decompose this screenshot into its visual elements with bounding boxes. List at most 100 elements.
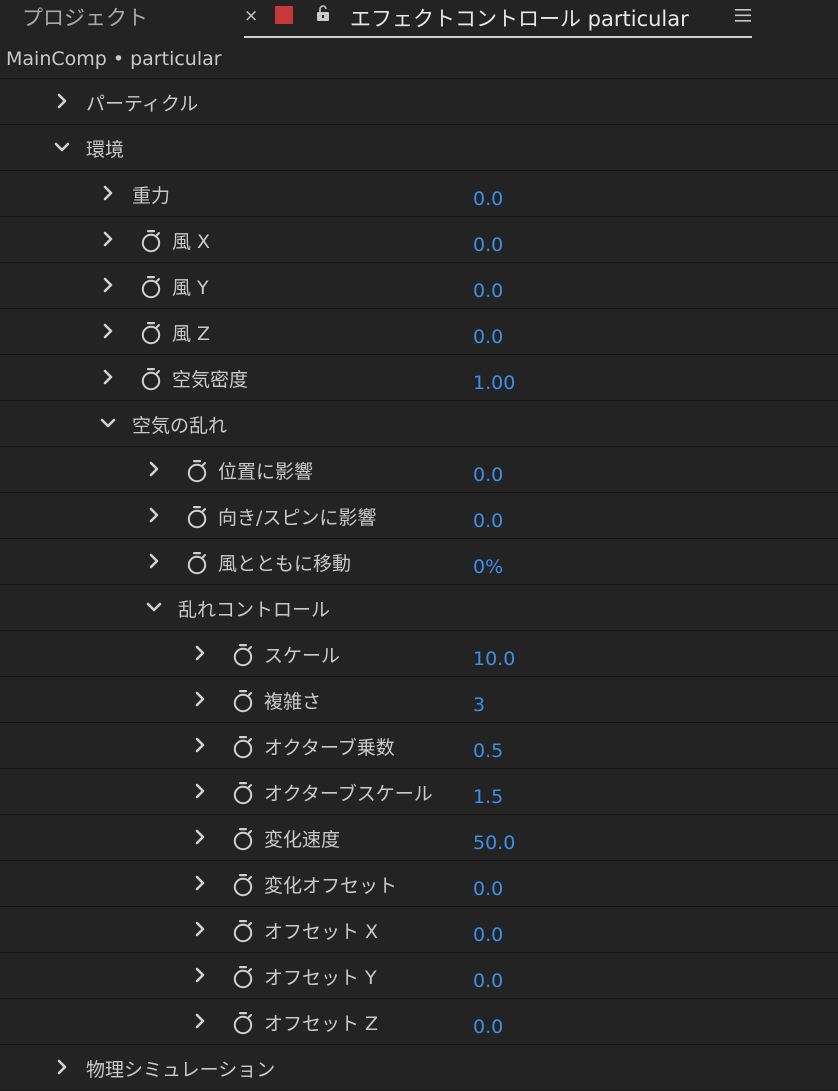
property-row[interactable]: 物理シミュレーション [0,1045,838,1091]
property-label: 空気の乱れ [132,415,228,437]
property-label: パーティクル [86,93,199,115]
chevron-right-icon[interactable] [192,691,208,707]
property-value[interactable]: 0.0 [473,878,503,900]
property-value[interactable]: 0% [473,556,503,578]
property-row[interactable]: パーティクル [0,78,838,125]
stopwatch-icon[interactable] [186,551,208,575]
property-row[interactable]: 風 X 0.0 [0,217,838,263]
chevron-right-icon[interactable] [192,1013,208,1029]
property-row[interactable]: スケール 10.0 [0,631,838,677]
property-row[interactable]: 位置に影響 0.0 [0,447,838,493]
property-label: オフセット X [264,921,379,943]
chevron-down-icon[interactable] [54,139,70,155]
unlock-icon[interactable] [316,4,330,22]
chevron-right-icon[interactable] [54,93,70,109]
chevron-right-icon[interactable] [192,783,208,799]
property-value[interactable]: 0.0 [473,464,503,486]
property-row[interactable]: 乱れコントロール [0,585,838,631]
chevron-right-icon[interactable] [146,461,162,477]
property-row[interactable]: 変化オフセット 0.0 [0,861,838,907]
chevron-right-icon[interactable] [100,369,116,385]
stopwatch-icon[interactable] [232,735,254,759]
stopwatch-icon[interactable] [140,275,162,299]
chevron-down-icon[interactable] [100,415,116,431]
property-label: 変化オフセット [264,875,398,897]
property-label: 位置に影響 [218,461,314,483]
tab-project[interactable]: プロジェクト [22,2,148,32]
chevron-right-icon[interactable] [192,645,208,661]
property-row[interactable]: 複雑さ 3 [0,677,838,723]
chevron-right-icon[interactable] [192,967,208,983]
property-value[interactable]: 0.0 [473,326,503,348]
property-label: 複雑さ [264,691,322,713]
tab-effect-controls[interactable]: エフェクトコントロール particular [350,3,689,33]
property-value[interactable]: 0.0 [473,510,503,532]
stopwatch-icon[interactable] [186,459,208,483]
property-row[interactable]: 空気密度 1.00 [0,355,838,401]
chevron-right-icon[interactable] [146,507,162,523]
stopwatch-icon[interactable] [232,781,254,805]
property-value[interactable]: 0.0 [473,924,503,946]
property-value[interactable]: 0.0 [473,970,503,992]
stopwatch-icon[interactable] [232,919,254,943]
panel-tab-bar: プロジェクト × エフェクトコントロール particular [0,0,838,40]
property-row[interactable]: 空気の乱れ [0,401,838,447]
stopwatch-icon[interactable] [232,643,254,667]
property-label: 風とともに移動 [218,553,352,575]
property-row[interactable]: オフセット Z 0.0 [0,999,838,1045]
property-value[interactable]: 10.0 [473,648,515,670]
property-row[interactable]: 風とともに移動 0% [0,539,838,585]
property-row[interactable]: 風 Z 0.0 [0,309,838,355]
chevron-right-icon[interactable] [100,231,116,247]
property-label: スケール [264,645,341,667]
property-row[interactable]: オクターブ乗数 0.5 [0,723,838,769]
stopwatch-icon[interactable] [140,229,162,253]
panel-menu-icon[interactable] [735,6,751,24]
chevron-right-icon[interactable] [100,185,116,201]
chevron-down-icon[interactable] [146,599,162,615]
chevron-right-icon[interactable] [192,921,208,937]
property-label: 向き/スピンに影響 [218,507,377,529]
property-label: オクターブスケール [264,783,433,805]
property-value[interactable]: 0.0 [473,234,503,256]
property-value[interactable]: 0.0 [473,188,503,210]
chevron-right-icon[interactable] [192,829,208,845]
chevron-right-icon[interactable] [192,875,208,891]
stopwatch-icon[interactable] [140,367,162,391]
stopwatch-icon[interactable] [232,689,254,713]
property-value[interactable]: 0.0 [473,1016,503,1038]
property-value[interactable]: 0.0 [473,280,503,302]
property-row[interactable]: オフセット Y 0.0 [0,953,838,999]
property-row[interactable]: オフセット X 0.0 [0,907,838,953]
property-label: オフセット Y [264,967,377,989]
property-value[interactable]: 50.0 [473,832,515,854]
property-value[interactable]: 0.5 [473,740,503,762]
property-row[interactable]: オクターブスケール 1.5 [0,769,838,815]
property-label: 風 Y [172,277,209,299]
property-value[interactable]: 1.00 [473,372,515,394]
property-row[interactable]: 風 Y 0.0 [0,263,838,309]
property-value[interactable]: 3 [473,694,485,716]
chevron-right-icon[interactable] [192,737,208,753]
property-label: 環境 [86,139,125,161]
chevron-right-icon[interactable] [100,323,116,339]
property-label: 空気密度 [172,369,249,391]
property-row[interactable]: 変化速度 50.0 [0,815,838,861]
stopwatch-icon[interactable] [186,505,208,529]
property-label: 風 X [172,231,211,253]
stopwatch-icon[interactable] [232,873,254,897]
property-row[interactable]: 重力 0.0 [0,171,838,217]
chevron-right-icon[interactable] [146,553,162,569]
stopwatch-icon[interactable] [232,965,254,989]
stopwatch-icon[interactable] [232,1011,254,1035]
property-value[interactable]: 1.5 [473,786,503,808]
property-row[interactable]: 向き/スピンに影響 0.0 [0,493,838,539]
close-tab-button[interactable]: × [244,6,258,26]
stopwatch-icon[interactable] [232,827,254,851]
active-tab-underline [244,36,752,38]
property-label: 風 Z [172,323,211,345]
chevron-right-icon[interactable] [100,277,116,293]
stopwatch-icon[interactable] [140,321,162,345]
chevron-right-icon[interactable] [54,1059,70,1075]
property-row[interactable]: 環境 [0,125,838,171]
